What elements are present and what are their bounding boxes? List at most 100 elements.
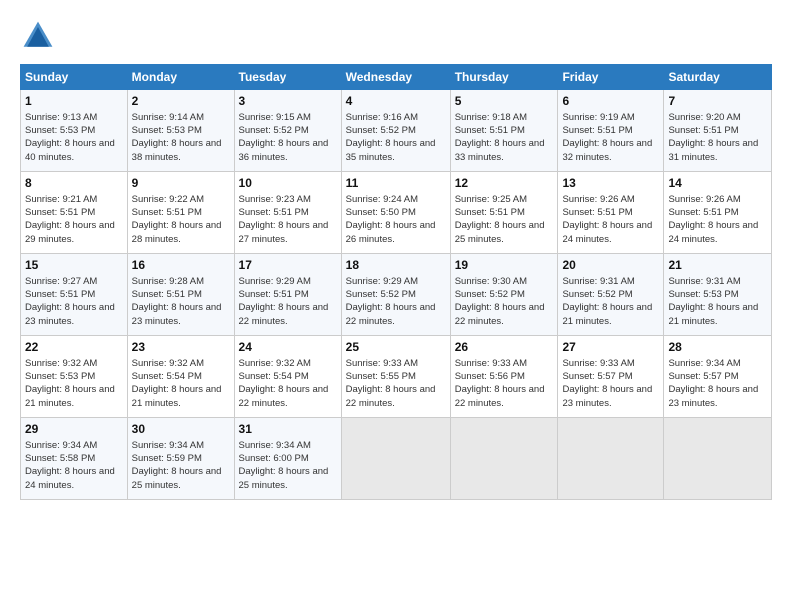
- day-number: 9: [132, 175, 230, 192]
- day-number: 20: [562, 257, 659, 274]
- sunset-text: Sunset: 5:52 PM: [346, 289, 416, 300]
- sunset-text: Sunset: 5:57 PM: [562, 371, 632, 382]
- sunrise-text: Sunrise: 9:34 AM: [668, 358, 740, 369]
- calendar-cell: 20Sunrise: 9:31 AMSunset: 5:52 PMDayligh…: [558, 254, 664, 336]
- sunrise-text: Sunrise: 9:26 AM: [668, 194, 740, 205]
- daylight-text: Daylight: 8 hours and 25 minutes.: [239, 466, 329, 490]
- sunset-text: Sunset: 5:52 PM: [346, 125, 416, 136]
- weekday-header-thursday: Thursday: [450, 65, 558, 90]
- daylight-text: Daylight: 8 hours and 23 minutes.: [25, 302, 115, 326]
- calendar-cell: [450, 418, 558, 500]
- daylight-text: Daylight: 8 hours and 22 minutes.: [346, 384, 436, 408]
- daylight-text: Daylight: 8 hours and 24 minutes.: [25, 466, 115, 490]
- sunrise-text: Sunrise: 9:23 AM: [239, 194, 311, 205]
- day-number: 18: [346, 257, 446, 274]
- calendar-cell: 17Sunrise: 9:29 AMSunset: 5:51 PMDayligh…: [234, 254, 341, 336]
- calendar-week-5: 29 Sunrise: 9:34 AM Sunset: 5:58 PM Dayligh…: [21, 418, 772, 500]
- calendar-cell: 25Sunrise: 9:33 AMSunset: 5:55 PMDayligh…: [341, 336, 450, 418]
- calendar-cell: 6Sunrise: 9:19 AMSunset: 5:51 PMDaylight…: [558, 90, 664, 172]
- calendar-body: 1Sunrise: 9:13 AMSunset: 5:53 PMDaylight…: [21, 90, 772, 500]
- sunset-text: Sunset: 5:53 PM: [132, 125, 202, 136]
- calendar-cell: 15Sunrise: 9:27 AMSunset: 5:51 PMDayligh…: [21, 254, 128, 336]
- day-number: 24: [239, 339, 337, 356]
- sunset-text: Sunset: 5:50 PM: [346, 207, 416, 218]
- sunrise-text: Sunrise: 9:34 AM: [25, 440, 97, 451]
- sunset-text: Sunset: 5:52 PM: [239, 125, 309, 136]
- day-number: 4: [346, 93, 446, 110]
- calendar-cell: 22Sunrise: 9:32 AMSunset: 5:53 PMDayligh…: [21, 336, 128, 418]
- weekday-header-sunday: Sunday: [21, 65, 128, 90]
- daylight-text: Daylight: 8 hours and 29 minutes.: [25, 220, 115, 244]
- calendar-cell: 30Sunrise: 9:34 AMSunset: 5:59 PMDayligh…: [127, 418, 234, 500]
- sunset-text: Sunset: 5:51 PM: [455, 125, 525, 136]
- calendar-cell: 8Sunrise: 9:21 AMSunset: 5:51 PMDaylight…: [21, 172, 128, 254]
- sunrise-text: Sunrise: 9:26 AM: [562, 194, 634, 205]
- sunrise-text: Sunrise: 9:32 AM: [132, 358, 204, 369]
- sunrise-text: Sunrise: 9:25 AM: [455, 194, 527, 205]
- sunrise-text: Sunrise: 9:24 AM: [346, 194, 418, 205]
- weekday-header-tuesday: Tuesday: [234, 65, 341, 90]
- calendar-cell: 28Sunrise: 9:34 AMSunset: 5:57 PMDayligh…: [664, 336, 772, 418]
- day-number: 30: [132, 421, 230, 438]
- day-number: 17: [239, 257, 337, 274]
- sunset-text: Sunset: 5:51 PM: [132, 207, 202, 218]
- sunset-text: Sunset: 5:51 PM: [132, 289, 202, 300]
- sunset-text: Sunset: 5:51 PM: [668, 207, 738, 218]
- sunrise-text: Sunrise: 9:28 AM: [132, 276, 204, 287]
- sunset-text: Sunset: 5:54 PM: [132, 371, 202, 382]
- calendar-cell: 23Sunrise: 9:32 AMSunset: 5:54 PMDayligh…: [127, 336, 234, 418]
- sunrise-text: Sunrise: 9:18 AM: [455, 112, 527, 123]
- sunrise-text: Sunrise: 9:32 AM: [239, 358, 311, 369]
- day-number: 5: [455, 93, 554, 110]
- day-number: 25: [346, 339, 446, 356]
- sunset-text: Sunset: 5:59 PM: [132, 453, 202, 464]
- weekday-header-saturday: Saturday: [664, 65, 772, 90]
- sunset-text: Sunset: 5:51 PM: [668, 125, 738, 136]
- calendar-cell: 31Sunrise: 9:34 AMSunset: 6:00 PMDayligh…: [234, 418, 341, 500]
- sunrise-text: Sunrise: 9:15 AM: [239, 112, 311, 123]
- daylight-text: Daylight: 8 hours and 23 minutes.: [562, 384, 652, 408]
- day-number: 19: [455, 257, 554, 274]
- sunrise-text: Sunrise: 9:31 AM: [668, 276, 740, 287]
- daylight-text: Daylight: 8 hours and 24 minutes.: [668, 220, 758, 244]
- weekday-header-wednesday: Wednesday: [341, 65, 450, 90]
- daylight-text: Daylight: 8 hours and 21 minutes.: [132, 384, 222, 408]
- daylight-text: Daylight: 8 hours and 38 minutes.: [132, 138, 222, 162]
- daylight-text: Daylight: 8 hours and 40 minutes.: [25, 138, 115, 162]
- daylight-text: Daylight: 8 hours and 23 minutes.: [668, 384, 758, 408]
- day-number: 26: [455, 339, 554, 356]
- day-number: 12: [455, 175, 554, 192]
- calendar-cell: 7Sunrise: 9:20 AMSunset: 5:51 PMDaylight…: [664, 90, 772, 172]
- day-number: 29: [25, 421, 123, 438]
- calendar-week-1: 1Sunrise: 9:13 AMSunset: 5:53 PMDaylight…: [21, 90, 772, 172]
- day-number: 14: [668, 175, 767, 192]
- daylight-text: Daylight: 8 hours and 21 minutes.: [25, 384, 115, 408]
- sunrise-text: Sunrise: 9:14 AM: [132, 112, 204, 123]
- sunrise-text: Sunrise: 9:20 AM: [668, 112, 740, 123]
- calendar-cell: 2 Sunrise: 9:14 AM Sunset: 5:53 PM Daylight…: [127, 90, 234, 172]
- calendar-week-3: 15Sunrise: 9:27 AMSunset: 5:51 PMDayligh…: [21, 254, 772, 336]
- calendar-cell: 9Sunrise: 9:22 AMSunset: 5:51 PMDaylight…: [127, 172, 234, 254]
- day-number: 2: [132, 93, 230, 110]
- calendar-cell: 26Sunrise: 9:33 AMSunset: 5:56 PMDayligh…: [450, 336, 558, 418]
- logo: [20, 18, 62, 54]
- day-number: 16: [132, 257, 230, 274]
- calendar-header: SundayMondayTuesdayWednesdayThursdayFrid…: [21, 65, 772, 90]
- sunset-text: Sunset: 5:51 PM: [562, 125, 632, 136]
- weekday-header-monday: Monday: [127, 65, 234, 90]
- sunset-text: Sunset: 5:58 PM: [25, 453, 95, 464]
- calendar-cell: 4Sunrise: 9:16 AMSunset: 5:52 PMDaylight…: [341, 90, 450, 172]
- calendar-cell: 29 Sunrise: 9:34 AM Sunset: 5:58 PM Dayligh…: [21, 418, 128, 500]
- calendar-cell: 19Sunrise: 9:30 AMSunset: 5:52 PMDayligh…: [450, 254, 558, 336]
- daylight-text: Daylight: 8 hours and 26 minutes.: [346, 220, 436, 244]
- weekday-header-friday: Friday: [558, 65, 664, 90]
- day-number: 27: [562, 339, 659, 356]
- daylight-text: Daylight: 8 hours and 33 minutes.: [455, 138, 545, 162]
- daylight-text: Daylight: 8 hours and 21 minutes.: [562, 302, 652, 326]
- daylight-text: Daylight: 8 hours and 35 minutes.: [346, 138, 436, 162]
- sunrise-text: Sunrise: 9:34 AM: [132, 440, 204, 451]
- day-number: 6: [562, 93, 659, 110]
- daylight-text: Daylight: 8 hours and 36 minutes.: [239, 138, 329, 162]
- daylight-text: Daylight: 8 hours and 21 minutes.: [668, 302, 758, 326]
- calendar-cell: 24Sunrise: 9:32 AMSunset: 5:54 PMDayligh…: [234, 336, 341, 418]
